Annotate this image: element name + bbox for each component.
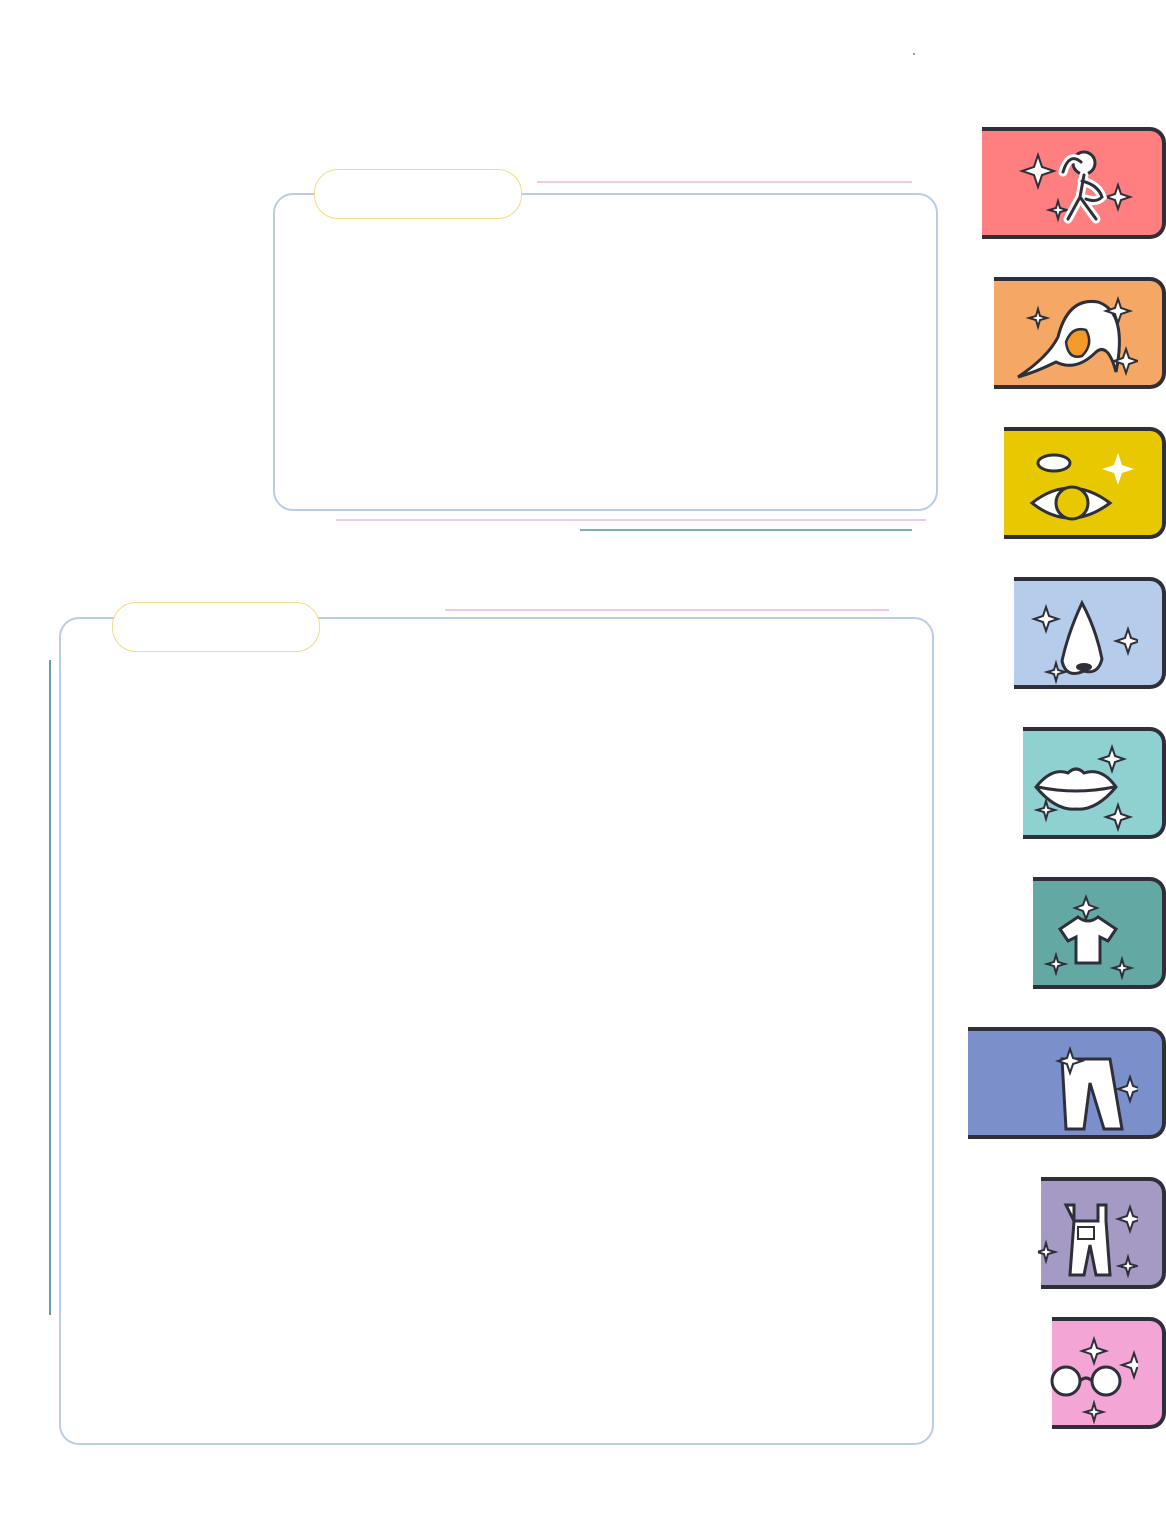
overalls-icon <box>1038 1203 1138 1279</box>
tab-glasses[interactable] <box>1050 1317 1166 1429</box>
bottom-canvas-panel[interactable] <box>59 617 934 1445</box>
tab-mouth[interactable] <box>1023 727 1166 839</box>
lips-icon <box>1033 743 1134 833</box>
pants-icon <box>1054 1045 1138 1131</box>
eye-icon <box>1029 453 1134 521</box>
top-canvas-panel[interactable] <box>273 193 938 511</box>
decor-line-pink-bottom <box>445 609 889 611</box>
bottom-panel-label <box>112 602 320 652</box>
body-pose-icon <box>1018 150 1134 224</box>
hair-icon <box>1017 295 1138 379</box>
stray-dot <box>913 53 915 55</box>
tab-eyes[interactable] <box>1004 427 1166 539</box>
tab-pants[interactable] <box>968 1027 1166 1139</box>
tab-overalls[interactable] <box>1038 1177 1166 1289</box>
decor-line-pink-top <box>537 181 912 183</box>
tab-nose[interactable] <box>1014 577 1166 689</box>
decor-line-teal-mid <box>580 529 912 531</box>
tab-top[interactable] <box>1033 877 1166 989</box>
decor-line-pink-mid <box>336 519 926 521</box>
nose-icon <box>1030 599 1138 685</box>
tab-hair[interactable] <box>994 277 1166 389</box>
top-panel-label <box>314 169 522 219</box>
glasses-icon <box>1050 1335 1138 1425</box>
decor-line-teal-vertical <box>49 660 51 1315</box>
tab-body[interactable] <box>982 127 1166 239</box>
tshirt-icon <box>1043 894 1135 981</box>
